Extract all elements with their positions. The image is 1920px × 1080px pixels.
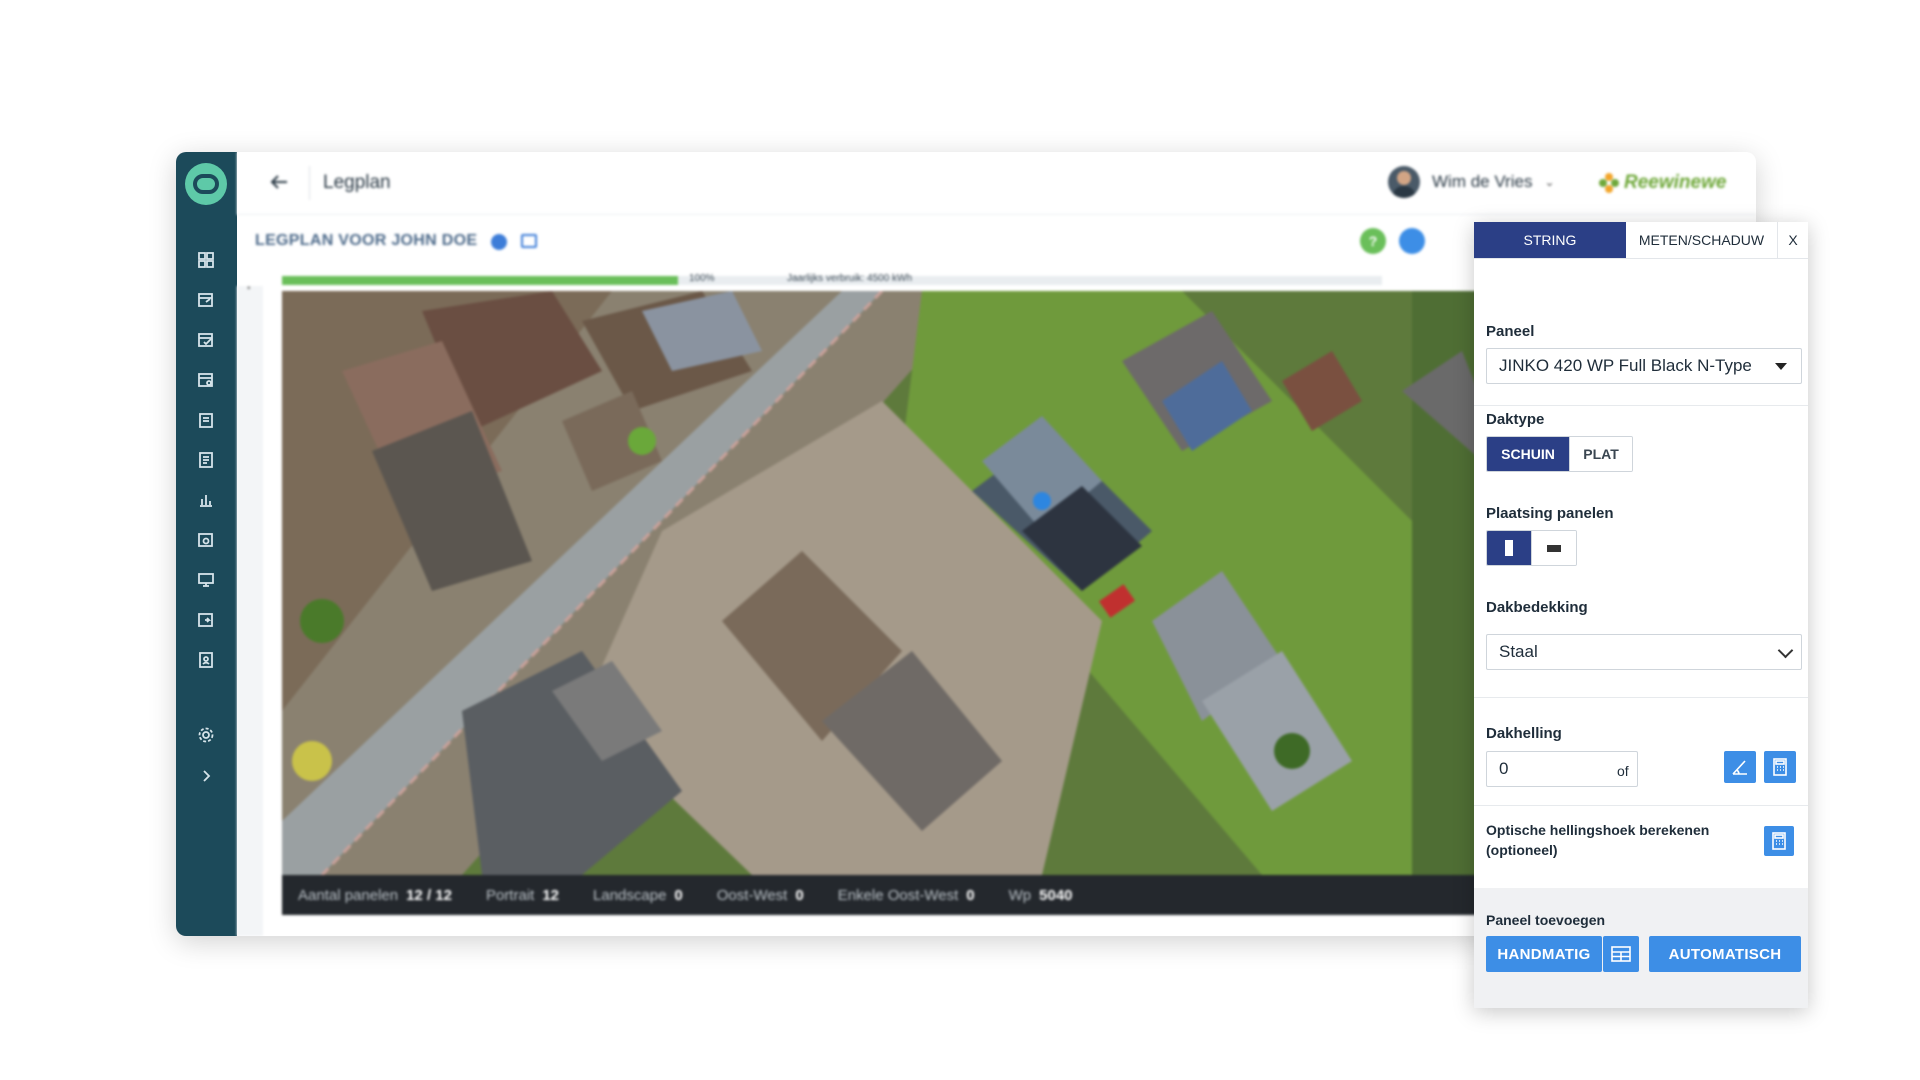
message-icon[interactable] [1399,228,1425,254]
automatisch-button[interactable]: AUTOMATISCH [1649,936,1801,972]
page-title: Legplan [323,172,391,193]
document-icon[interactable] [196,450,216,470]
info-icon[interactable] [491,234,507,250]
panel-stats-bar: Aantal panelen 12 / 12 Portrait 12 Landsca… [282,875,1482,915]
calendar-arrow-icon[interactable] [196,610,216,630]
chevron-right-icon[interactable] [196,766,216,786]
dakbedekking-select[interactable]: Staal [1486,634,1802,670]
paneel-label: Paneel [1486,323,1535,340]
stat-portrait: Portrait 12 [485,886,560,904]
dashboard-icon[interactable] [196,250,216,270]
portrait-orientation-button[interactable] [1487,531,1531,565]
chevron-down-icon [1777,642,1794,659]
chart-icon[interactable] [196,490,216,510]
daktype-toggle: SCHUIN PLAT [1486,436,1633,472]
dakbedekking-value: Staal [1499,642,1538,661]
user-menu[interactable]: Wim de Vries ⌄ [1388,166,1555,198]
paneel-toevoegen-section: Paneel toevoegen HANDMATIG AUTOMATISCH [1474,888,1808,1008]
yearly-usage: Jaarlijks verbruik: 4500 kWh [787,273,913,284]
left-gutter [237,286,263,936]
contact-card-icon[interactable] [196,650,216,670]
portrait-icon [1505,540,1513,556]
progress-percent: 100% [689,273,715,284]
map-imagery [282,291,1482,875]
gutter-handle-icon[interactable]: ▪ [247,283,251,294]
panel-tabs: STRING METEN/SCHADUW X [1474,222,1808,259]
daktype-schuin-button[interactable]: SCHUIN [1487,437,1569,471]
stat-total: Aantal panelen 12 / 12 [298,886,452,904]
grid-icon [1611,946,1631,962]
brand-flower-icon [1599,173,1619,193]
angle-tool-button[interactable] [1724,751,1756,783]
angle-icon [1732,760,1747,775]
top-header: Legplan Wim de Vries ⌄ Reewinewe [237,152,1756,215]
settings-calendar-icon[interactable] [196,530,216,550]
dakhelling-label: Dakhelling [1486,725,1562,742]
usage-progress-fill [282,276,678,285]
paneel-section: Paneel JINKO 420 WP Full Black N-Type [1474,259,1808,406]
toevoegen-label: Paneel toevoegen [1486,912,1606,928]
plan-title: LEGPLAN VOOR JOHN DOE [255,232,478,249]
close-panel-button[interactable]: X [1778,222,1808,258]
dakbedekking-label: Dakbedekking [1486,599,1588,616]
clipboard-icon[interactable] [196,410,216,430]
user-name: Wim de Vries [1432,172,1533,191]
gear-icon[interactable] [196,725,216,745]
plaatsing-label: Plaatsing panelen [1486,505,1614,522]
stat-oost-west: Oost-West 0 [716,886,804,904]
plaatsing-toggle [1486,530,1577,566]
calculator-button[interactable] [1764,751,1796,783]
brand-logo: Reewinewe [1598,172,1726,194]
stat-enkele-oost-west: Enkele Oost-West 0 [837,886,975,904]
caret-down-icon [1775,363,1787,370]
optisch-sublabel: (optioneel) [1486,842,1558,858]
presentation-icon[interactable] [196,570,216,590]
avatar [1388,166,1420,198]
divider [1474,697,1808,698]
calendar-check-icon[interactable] [196,330,216,350]
help-icon[interactable]: ? [1360,228,1386,254]
stat-wp: Wp 5040 [1008,886,1073,904]
paneel-select[interactable]: JINKO 420 WP Full Black N-Type [1486,348,1802,384]
sidebar [176,152,237,936]
of-label: of [1617,763,1629,779]
calendar-user-icon[interactable] [196,370,216,390]
landscape-orientation-button[interactable] [1531,531,1576,565]
divider [1474,805,1808,806]
tab-meten-schaduw[interactable]: METEN/SCHADUW [1626,222,1778,258]
tab-string[interactable]: STRING [1474,222,1626,258]
brand-name: Reewinewe [1624,172,1727,193]
app-logo[interactable] [185,163,227,205]
grid-layout-button[interactable] [1603,936,1639,972]
optisch-label: Optische hellingshoek berekenen [1486,822,1710,838]
daktype-label: Daktype [1486,411,1545,428]
landscape-icon [1547,544,1561,552]
comment-icon[interactable] [521,234,537,248]
optical-calculator-button[interactable] [1764,826,1794,856]
calculator-icon [1773,758,1787,776]
calculator-icon [1772,832,1786,850]
satellite-map[interactable] [282,291,1482,875]
dakhelling-input[interactable]: 0 [1486,751,1638,787]
stat-landscape: Landscape 0 [593,886,683,904]
chevron-down-icon: ⌄ [1544,175,1555,189]
handmatig-button[interactable]: HANDMATIG [1486,936,1602,972]
calendar-edit-icon[interactable] [196,290,216,310]
header-divider [309,166,310,200]
daktype-plat-button[interactable]: PLAT [1569,437,1632,471]
config-panel: STRING METEN/SCHADUW X Paneel JINKO 420 … [1474,222,1808,1008]
back-arrow-icon[interactable] [267,170,291,194]
paneel-value: JINKO 420 WP Full Black N-Type [1499,356,1752,375]
